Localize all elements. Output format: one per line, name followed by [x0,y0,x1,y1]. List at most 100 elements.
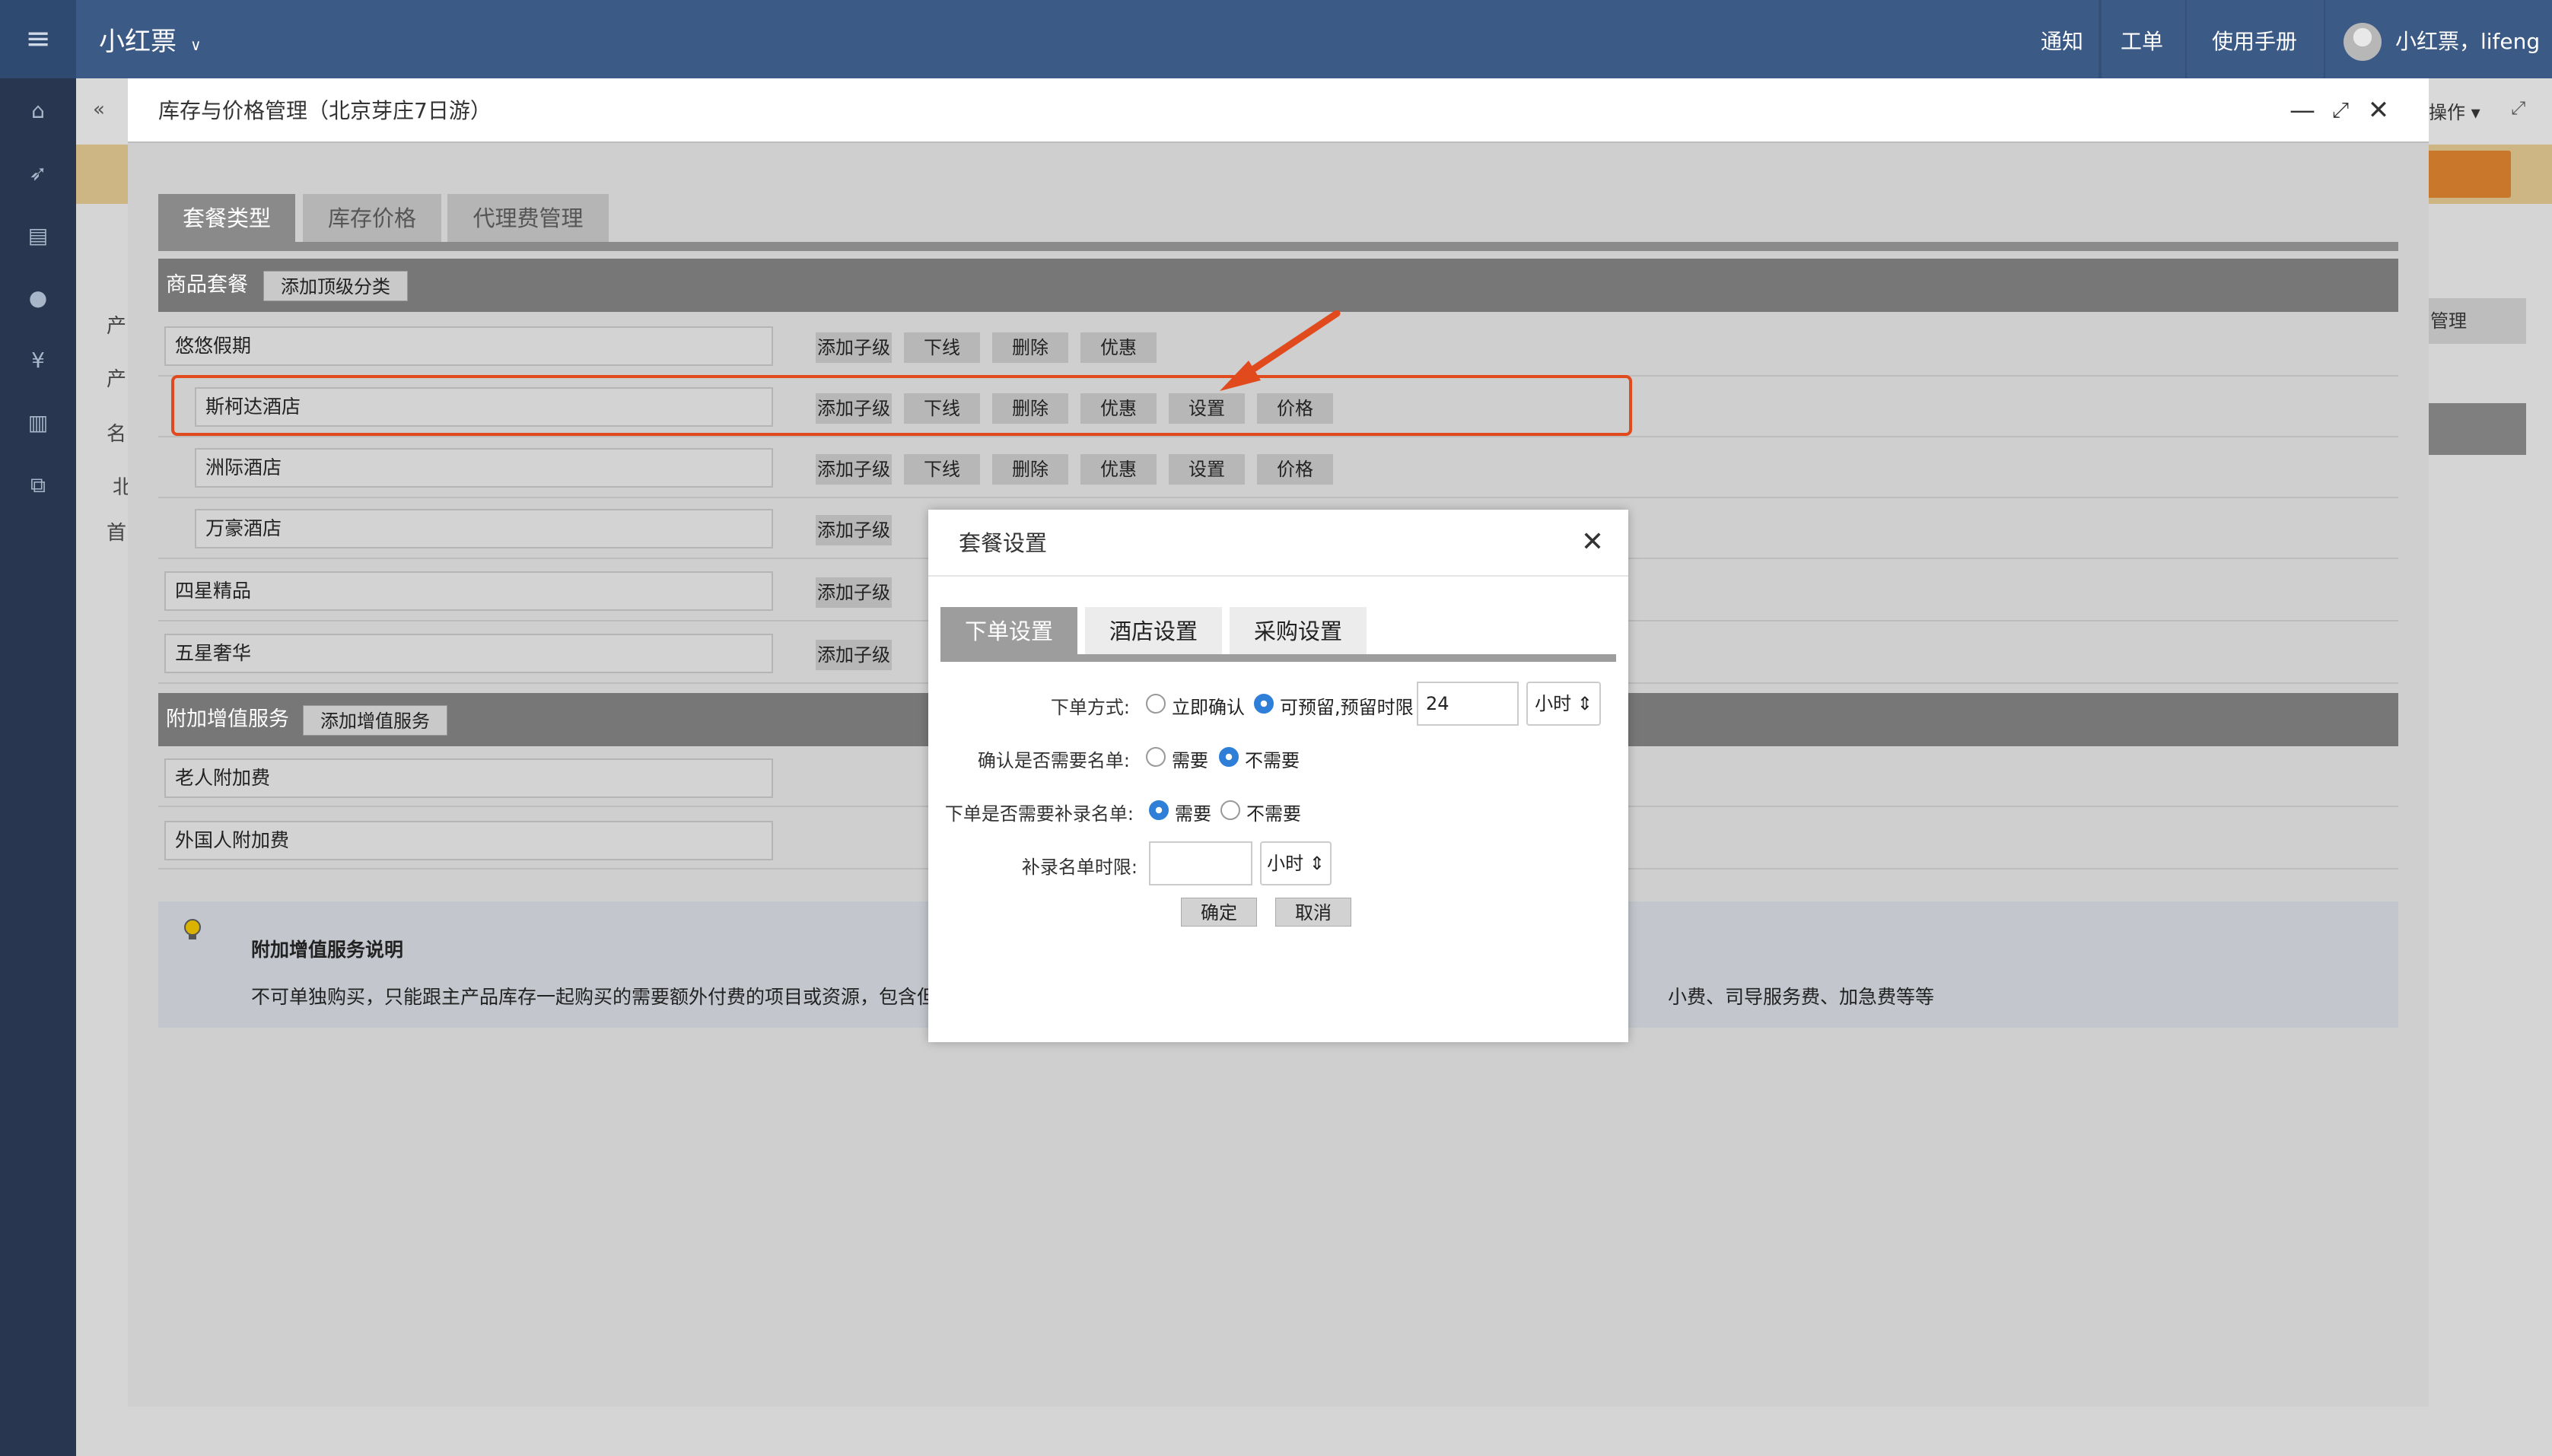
tab-package-type[interactable]: 套餐类型 [158,194,295,243]
ops-label: 操作 [2429,102,2465,123]
category-name-field[interactable]: 悠悠假期 [164,326,773,366]
price-button[interactable]: 价格 [1257,454,1333,485]
dialog-header: 套餐设置 ✕ [928,510,1628,577]
radio-need[interactable] [1149,800,1169,820]
delete-button[interactable]: 删除 [992,332,1068,363]
info-text-tail: 小费、司导服务费、加急费等等 [1668,986,1935,1008]
addon-section-label: 附加增值服务 [166,707,289,731]
info-title: 附加增值服务说明 [251,939,404,961]
window-header: 库存与价格管理（北京芽庄7日游） — ⤢ ✕ [128,78,2429,143]
tab-purchase-settings[interactable]: 采购设置 [1230,607,1367,656]
minimize-icon[interactable]: — [2286,94,2319,127]
reserve-unit-select[interactable]: 小时 ⇕ [1526,682,1601,726]
radio-label: 不需要 [1245,750,1300,771]
supplement-time-label: 补录名单时限: [1021,857,1138,878]
supplement-unit-select[interactable]: 小时 ⇕ [1260,841,1332,885]
radio-no-need[interactable] [1219,747,1239,767]
category-name-field[interactable]: 四星精品 [164,571,773,611]
background-text: 产 [107,368,127,391]
settings-button[interactable]: 设置 [1169,454,1245,485]
tab-inventory-price[interactable]: 库存价格 [303,194,441,243]
info-text: 不可单独购买，只能跟主产品库存一起购买的需要额外付费的项目或资源，包含但不 [251,986,956,1008]
annotation-arrow-icon [1220,310,1341,391]
radio-need[interactable] [1146,747,1166,767]
hamburger-icon: ≡ [25,21,51,56]
offline-button[interactable]: 下线 [904,332,980,363]
background-action-button[interactable] [2427,151,2511,198]
background-manage-button[interactable]: 管理 [2420,298,2526,344]
confirm-button[interactable]: 确定 [1181,898,1257,927]
lightbulb-icon [181,918,204,941]
nav-notifications[interactable]: 通知 [2024,0,2100,78]
add-addon-service-button[interactable]: 添加增值服务 [303,705,447,736]
package-settings-dialog: 套餐设置 ✕ 下单设置 酒店设置 采购设置 下单方式: 立即确认 可预留,预留时… [928,510,1628,1042]
list-icon[interactable]: ▤ [0,213,76,259]
package-section-label: 商品套餐 [166,273,248,297]
select-value: 小时 [1535,693,1572,714]
tab-underline [158,242,2398,251]
background-text: 产 [107,315,127,338]
bar-chart-icon[interactable]: ▥ [0,400,76,446]
collapse-sidebar-button[interactable]: « [76,78,128,147]
addon-name-field[interactable]: 外国人附加费 [164,821,773,860]
add-child-button[interactable]: 添加子级 [816,577,892,608]
radio-label: 立即确认 [1172,697,1245,718]
radio-label: 不需要 [1246,803,1301,825]
add-child-button[interactable]: 添加子级 [816,454,892,485]
discount-button[interactable]: 优惠 [1080,332,1157,363]
radio-label: 需要 [1175,803,1211,825]
tab-agent-fee[interactable]: 代理费管理 [447,194,609,243]
double-chevron-left-icon: « [93,98,105,121]
avatar[interactable] [2344,23,2382,61]
sitemap-icon[interactable]: ⧉ [0,463,76,508]
background-text: 名 [107,423,127,446]
offline-button[interactable]: 下线 [904,454,980,485]
add-child-button[interactable]: 添加子级 [816,515,892,545]
add-child-button[interactable]: 添加子级 [816,640,892,670]
category-name-field[interactable]: 万豪酒店 [195,509,773,548]
close-icon[interactable]: ✕ [2362,94,2395,127]
user-icon[interactable]: ● [0,275,76,321]
delete-button[interactable]: 删除 [992,454,1068,485]
radio-no-need[interactable] [1220,800,1240,820]
ops-dropdown[interactable]: 操作 ▾ [2429,97,2480,124]
row-divider [158,497,2398,498]
home-icon[interactable]: ⌂ [0,88,76,134]
chevron-down-icon: ∨ [190,36,202,54]
yen-icon[interactable]: ¥ [0,338,76,383]
background-header-bar [2427,403,2526,455]
background-text: 首 [107,522,127,545]
radio-label: 需要 [1172,750,1208,771]
nav-divider [2324,0,2325,78]
fullscreen-icon[interactable]: ⤢ [2511,97,2525,119]
dialog-tab-underline [940,654,1616,662]
tab-order-settings[interactable]: 下单设置 [940,607,1077,656]
brand-menu[interactable]: 小红票 ∨ [99,0,202,78]
user-menu[interactable]: 小红票，lifeng [2395,0,2540,78]
highlight-box [171,375,1632,436]
window-title: 库存与价格管理（北京芽庄7日游） [158,98,492,123]
radio-label: 可预留,预留时限 [1280,697,1414,718]
add-top-category-button[interactable]: 添加顶级分类 [263,271,408,301]
category-name-field[interactable]: 五星奢华 [164,634,773,673]
maximize-icon[interactable]: ⤢ [2324,94,2357,127]
order-method-label: 下单方式: [1050,697,1130,718]
discount-button[interactable]: 优惠 [1080,454,1157,485]
radio-instant-confirm[interactable] [1146,694,1166,714]
row-divider [158,436,2398,437]
reserve-time-input[interactable]: 24 [1417,682,1519,726]
cancel-button[interactable]: 取消 [1275,898,1351,927]
tab-hotel-settings[interactable]: 酒店设置 [1085,607,1222,656]
addon-name-field[interactable]: 老人附加费 [164,758,773,798]
radio-reserve[interactable] [1254,694,1274,714]
rocket-icon[interactable]: ➶ [0,151,76,196]
close-icon[interactable]: ✕ [1575,525,1610,560]
supplement-list-label: 下单是否需要补录名单: [944,803,1134,825]
nav-tickets[interactable]: 工单 [2100,0,2184,78]
add-child-button[interactable]: 添加子级 [816,332,892,363]
category-name-field[interactable]: 洲际酒店 [195,448,773,488]
hamburger-menu-button[interactable]: ≡ [0,0,76,78]
nav-manual[interactable]: 使用手册 [2187,0,2322,78]
confirm-list-label: 确认是否需要名单: [977,750,1130,771]
supplement-time-input[interactable] [1149,841,1252,885]
